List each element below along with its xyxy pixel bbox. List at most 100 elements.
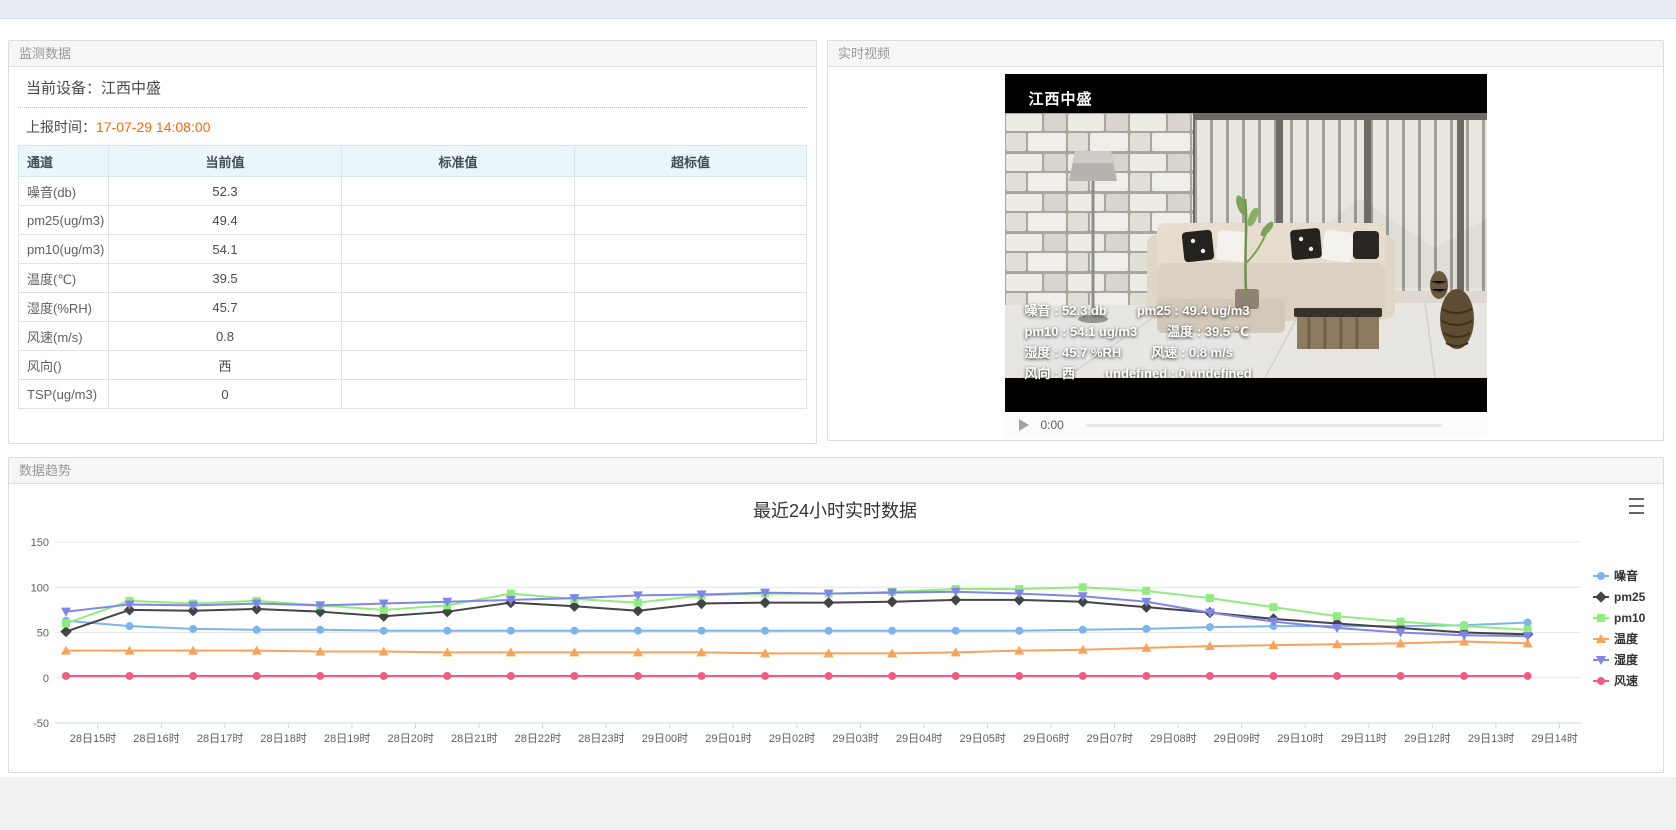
legend-item-pm25[interactable]: pm25 (1593, 590, 1646, 604)
monitor-panel-title: 监测数据 (9, 41, 816, 67)
x-axis-label: 29日02时 (769, 732, 815, 745)
x-axis-label: 29日08时 (1150, 732, 1196, 745)
data-point (1524, 672, 1532, 680)
monitor-table: 通道当前值标准值超标值 噪音(db)52.3pm25(ug/m3)49.4pm1… (18, 145, 807, 409)
x-axis-label: 28日19时 (324, 732, 370, 745)
page: 监测数据 当前设备：江西中盛 上报时间：17-07-29 14:08:00 通道… (0, 0, 1676, 830)
x-axis-label: 29日06时 (1023, 732, 1069, 745)
x-axis-label: 28日22时 (515, 732, 561, 745)
video-panel-title: 实时视频 (828, 41, 1663, 67)
y-axis-label: -50 (33, 718, 49, 730)
data-point (952, 627, 960, 635)
data-trend-panel: 数据趋势 最近24小时实时数据-5005010015028日15时28日16时2… (8, 457, 1664, 773)
cell-standard (342, 322, 575, 351)
overlay-line: pm10 : 54.1 ug/m3温度 : 39.5 ℃ (1025, 321, 1252, 342)
legend-item-温度[interactable]: 温度 (1593, 631, 1639, 646)
cell-current: 52.3 (109, 177, 342, 206)
cell-current: 39.5 (109, 264, 342, 293)
cell-exceed (575, 293, 807, 322)
data-point (1460, 672, 1468, 680)
table-header-1: 当前值 (109, 146, 342, 177)
x-axis-label: 29日04时 (896, 732, 942, 745)
chart-context-menu-button[interactable] (1629, 498, 1649, 514)
y-axis-label: 150 (31, 537, 49, 549)
data-point (1206, 623, 1214, 631)
x-axis-label: 29日09时 (1214, 732, 1260, 745)
data-point (126, 622, 134, 630)
data-point (698, 627, 706, 635)
legend-label: pm10 (1614, 611, 1646, 625)
legend-item-风速[interactable]: 风速 (1593, 673, 1638, 688)
video-device-title: 江西中盛 (1029, 88, 1093, 109)
x-axis-label: 29日13时 (1468, 732, 1514, 745)
cell-label: 噪音(db) (19, 177, 109, 206)
report-time-label: 上报时间： (26, 119, 96, 135)
table-header-2: 标准值 (342, 146, 575, 177)
series-湿度 (61, 588, 1533, 641)
series-风速 (62, 672, 1532, 680)
data-point (253, 626, 261, 634)
table-header-3: 超标值 (575, 146, 807, 177)
data-point (380, 627, 388, 635)
legend-label: pm25 (1614, 590, 1646, 604)
data-point (1333, 672, 1341, 680)
data-point (60, 626, 71, 637)
data-point (952, 672, 960, 680)
overlay-line: 噪音 : 52.3 dbpm25 : 49.4 ug/m3 (1025, 300, 1252, 321)
cell-label: 风向() (19, 351, 109, 380)
x-axis-label: 29日10时 (1277, 732, 1323, 745)
y-axis-label: 0 (43, 673, 49, 685)
cell-current: 0 (109, 380, 342, 409)
trend-chart: 最近24小时实时数据-5005010015028日15时28日16时28日17时… (9, 484, 1663, 773)
cell-exceed (575, 351, 807, 380)
x-axis-label: 29日00时 (642, 732, 688, 745)
data-point (1333, 612, 1341, 620)
x-axis-label: 29日11时 (1341, 732, 1387, 745)
cell-current: 西 (109, 351, 342, 380)
data-point (1269, 672, 1277, 680)
data-point (1079, 626, 1087, 634)
cell-label: pm25(ug/m3) (19, 206, 109, 235)
cell-exceed (575, 322, 807, 351)
playback-time: 0:00 (1041, 418, 1064, 432)
table-row: TSP(ug/m3)0 (19, 380, 807, 409)
x-axis-label: 28日23时 (578, 732, 624, 745)
series-line (66, 642, 1528, 654)
seek-bar[interactable] (1086, 424, 1442, 427)
data-point (316, 626, 324, 634)
cell-standard (342, 380, 575, 409)
current-device-label: 当前设备：江西中盛 (18, 67, 807, 108)
video-player[interactable]: 江西中盛 (1005, 74, 1487, 412)
data-point (1142, 625, 1150, 633)
cell-label: 温度(℃) (19, 264, 109, 293)
legend-item-噪音[interactable]: 噪音 (1593, 568, 1638, 583)
data-point (1079, 583, 1087, 591)
video-controls: 0:00 (1005, 412, 1487, 438)
data-point (1079, 672, 1087, 680)
play-icon[interactable] (1019, 419, 1029, 431)
report-time-line: 上报时间：17-07-29 14:08:00 (18, 108, 807, 145)
cell-standard (342, 351, 575, 380)
legend-item-pm10[interactable]: pm10 (1593, 611, 1646, 625)
y-axis-label: 50 (37, 628, 49, 640)
x-axis-label: 29日14时 (1531, 732, 1577, 745)
cell-label: 风速(m/s) (19, 322, 109, 351)
cell-label: pm10(ug/m3) (19, 235, 109, 264)
data-point (632, 605, 643, 616)
legend-label: 湿度 (1614, 652, 1639, 667)
trend-panel-title: 数据趋势 (9, 458, 1663, 484)
browser-top-strip (0, 0, 1676, 19)
data-point (507, 672, 515, 680)
table-header-0: 通道 (19, 146, 109, 177)
trend-chart-svg: 最近24小时实时数据-5005010015028日15时28日16时28日17时… (9, 484, 1663, 773)
data-point (761, 672, 769, 680)
legend-item-湿度[interactable]: 湿度 (1593, 652, 1639, 667)
legend-label: 风速 (1614, 673, 1638, 688)
monitor-panel-body: 当前设备：江西中盛 上报时间：17-07-29 14:08:00 通道当前值标准… (9, 67, 816, 409)
cell-label: 湿度(%RH) (19, 293, 109, 322)
legend-label: 温度 (1614, 631, 1639, 646)
data-point (126, 672, 134, 680)
data-point (1142, 587, 1150, 595)
x-axis-label: 29日07时 (1087, 732, 1133, 745)
data-point (888, 672, 896, 680)
